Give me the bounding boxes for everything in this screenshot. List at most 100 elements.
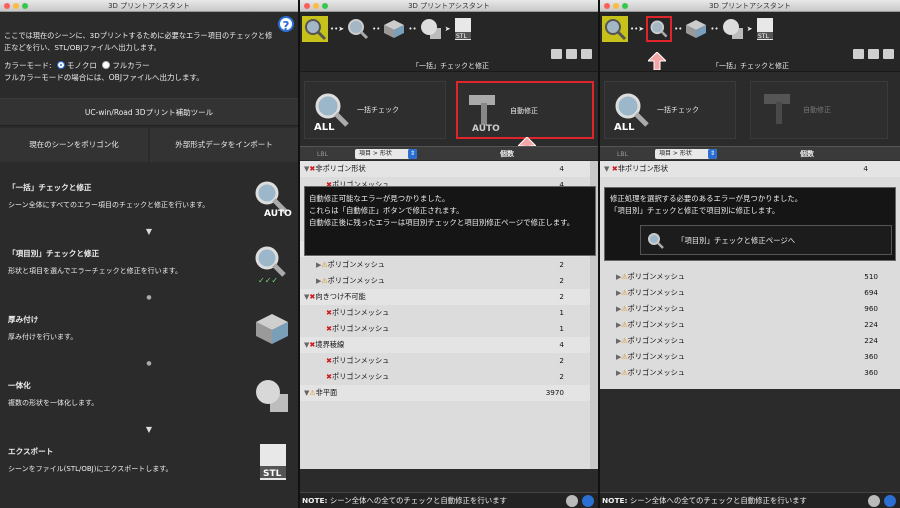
info-icon[interactable]: [582, 495, 594, 507]
tree-row[interactable]: ▼ ✖非ポリゴン形状 4: [600, 161, 900, 177]
view-combo[interactable]: 項目 > 形状: [655, 149, 717, 159]
close-light[interactable]: [304, 3, 310, 9]
tree-row[interactable]: ▶⚠ポリゴンメッシュ 510: [600, 269, 900, 285]
mono-radio[interactable]: [56, 61, 65, 69]
color-mode-label: カラーモード:: [4, 61, 52, 70]
tree-row[interactable]: ▶⚠ポリゴンメッシュ 224: [600, 333, 900, 349]
step-desc: シーンをファイル(STL/OBJ)にエクスポートします。: [8, 465, 173, 473]
chat-icon[interactable]: [581, 49, 592, 59]
disclosure-icon[interactable]: ▶: [600, 305, 621, 313]
disclosure-icon[interactable]: ▶: [600, 369, 621, 377]
stl-step-icon[interactable]: STL: [453, 17, 473, 41]
zoom-light[interactable]: [622, 3, 628, 9]
tool-button[interactable]: UC-win/Road 3Dプリント補助ツール: [0, 98, 298, 126]
gear-icon[interactable]: [566, 495, 578, 507]
row-value: 2: [559, 292, 564, 301]
tree-row[interactable]: ▶⚠ポリゴンメッシュ 360: [600, 365, 900, 381]
thickness-step-icon[interactable]: [382, 17, 406, 41]
disclosure-icon[interactable]: ▶: [600, 353, 621, 361]
batch-check-tile[interactable]: ALL 一括チェック: [304, 81, 446, 139]
popup-line: 「項目別」チェックと修正で項目別に修正します。: [610, 206, 780, 215]
pages-icon[interactable]: [868, 49, 879, 59]
auto-fix-tile[interactable]: AUTO 自動修正: [456, 81, 594, 139]
svg-text:STL: STL: [456, 33, 467, 40]
view-combo[interactable]: 項目 > 形状: [355, 149, 417, 159]
tree-row[interactable]: ✖ポリゴンメッシュ 1: [300, 321, 590, 337]
tree-row[interactable]: ▶⚠ポリゴンメッシュ 224: [600, 317, 900, 333]
window-controls[interactable]: [304, 3, 328, 9]
disclosure-icon[interactable]: ▶: [600, 289, 621, 297]
tree-row[interactable]: ✖ポリゴンメッシュ 1: [300, 305, 590, 321]
minimize-light[interactable]: [613, 3, 619, 9]
home-icon[interactable]: [551, 49, 562, 59]
import-button[interactable]: 外部形式データをインポート: [150, 128, 298, 162]
step-batch-check[interactable]: 「一括」チェックと修正 シーン全体にすべてのエラー項目のチェックと修正を行います…: [0, 172, 298, 226]
disclosure-icon[interactable]: ▶: [600, 337, 621, 345]
popup-line: これらは「自動修正」ボタンで修正されます。: [309, 206, 464, 215]
thickness-step-icon[interactable]: [684, 17, 708, 41]
merge-step-icon[interactable]: [721, 17, 745, 41]
svg-text:STL: STL: [263, 469, 282, 479]
step-thickness[interactable]: 厚み付け 厚み付けを行います。: [0, 304, 298, 358]
row-label: ポリゴンメッシュ: [627, 304, 685, 313]
tree-row[interactable]: ▶⚠ポリゴンメッシュ 360: [600, 349, 900, 365]
window-controls[interactable]: [4, 3, 28, 9]
step-export[interactable]: エクスポート シーンをファイル(STL/OBJ)にエクスポートします。 STL: [0, 436, 298, 490]
chevron-right-icon: ••: [372, 25, 381, 33]
disclosure-icon[interactable]: ▼: [300, 293, 309, 301]
flow-dot-icon: ●: [146, 360, 152, 367]
step-item-check[interactable]: 「項目別」チェックと修正 形状と項目を選んでエラーチェックと修正を行います。 ✓…: [0, 238, 298, 292]
tree-row[interactable]: ▶⚠ポリゴンメッシュ 694: [600, 285, 900, 301]
minimize-light[interactable]: [13, 3, 19, 9]
item-check-step-icon[interactable]: [646, 16, 673, 42]
disclosure-icon[interactable]: ▼: [300, 341, 309, 349]
zoom-light[interactable]: [322, 3, 328, 9]
tree-row[interactable]: ✖ポリゴンメッシュ2: [300, 369, 590, 385]
toolbar-right: [853, 49, 894, 59]
disclosure-icon[interactable]: [300, 325, 316, 333]
tree-row[interactable]: ▼⚠非平面 3970: [300, 385, 590, 401]
chat-icon[interactable]: [883, 49, 894, 59]
auto-check-step-icon[interactable]: [302, 16, 328, 42]
close-light[interactable]: [4, 3, 10, 9]
disclosure-icon[interactable]: [300, 373, 316, 381]
merge-step-icon[interactable]: [419, 17, 443, 41]
tree-row[interactable]: ▼✖向きつけ不可能 2: [300, 289, 590, 305]
minimize-light[interactable]: [313, 3, 319, 9]
svg-text:ALL: ALL: [614, 122, 635, 132]
gear-icon[interactable]: [868, 495, 880, 507]
disclosure-icon[interactable]: ▶: [300, 261, 321, 269]
window-controls[interactable]: [604, 3, 628, 9]
disclosure-icon[interactable]: ▶: [600, 273, 621, 281]
item-check-step-icon[interactable]: [346, 17, 370, 41]
fullcolor-radio[interactable]: [102, 61, 111, 69]
tree-row[interactable]: ✖ポリゴンメッシュ2: [300, 353, 590, 369]
home-icon[interactable]: [853, 49, 864, 59]
polygonize-button[interactable]: 現在のシーンをポリゴン化: [0, 128, 148, 162]
stl-step-icon[interactable]: STL: [755, 17, 775, 41]
auto-check-step-icon[interactable]: [602, 16, 628, 42]
disclosure-icon[interactable]: [300, 309, 316, 317]
close-light[interactable]: [604, 3, 610, 9]
disclosure-icon[interactable]: ▼: [300, 389, 309, 397]
disclosure-icon[interactable]: ▶: [300, 277, 321, 285]
tree-row[interactable]: ▶⚠ポリゴンメッシュ 960: [600, 301, 900, 317]
pages-icon[interactable]: [566, 49, 577, 59]
toolbar-right: [551, 49, 592, 59]
tree-row[interactable]: ▼✖境界稜線 4: [300, 337, 590, 353]
step-merge[interactable]: 一体化 複数の形状を一体化します。: [0, 370, 298, 424]
tree-row[interactable]: ▼✖非ポリゴン形状 4: [300, 161, 590, 177]
help-icon[interactable]: ?: [278, 16, 294, 33]
batch-check-tile[interactable]: ALL 一括チェック: [604, 81, 736, 139]
info-icon[interactable]: [884, 495, 896, 507]
disclosure-icon[interactable]: [300, 357, 316, 365]
disclosure-icon[interactable]: ▼: [300, 165, 309, 173]
step-desc: 形状と項目を選んでエラーチェックと修正を行います。: [8, 267, 182, 275]
tree-row[interactable]: ▶⚠ポリゴンメッシュ 2: [300, 273, 590, 289]
tree-row[interactable]: ▶⚠ポリゴンメッシュ 2: [300, 257, 590, 273]
pointer-arrow-icon: [648, 52, 666, 70]
disclosure-icon[interactable]: ▼: [600, 165, 609, 173]
zoom-light[interactable]: [22, 3, 28, 9]
disclosure-icon[interactable]: ▶: [600, 321, 621, 329]
goto-item-page-button[interactable]: 「項目別」チェックと修正ページへ: [640, 225, 892, 255]
